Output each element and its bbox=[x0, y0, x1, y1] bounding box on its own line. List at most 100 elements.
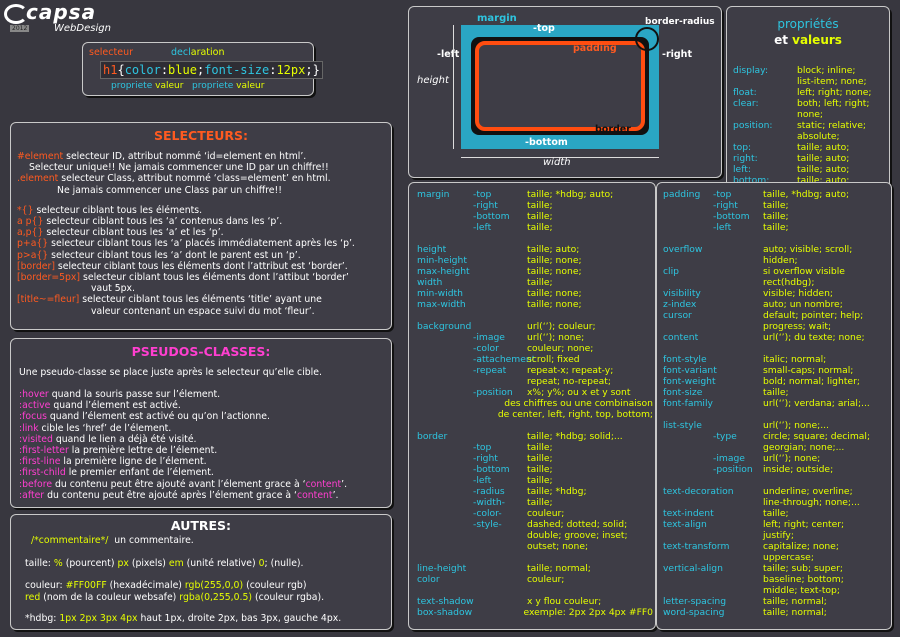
property-sub: -width- bbox=[473, 497, 505, 508]
property-value: taille; bbox=[527, 442, 553, 453]
property-value: scroll; fixed bbox=[527, 354, 580, 365]
property-value: taille; *hdbg; bbox=[527, 486, 587, 497]
property-value: underline; overline; bbox=[763, 486, 853, 497]
property-row bbox=[417, 310, 653, 321]
property-value: taille; *hdbg; solid;... bbox=[527, 431, 623, 442]
pseudo-desc: quand l’élement est activé ou qu’on l’ac… bbox=[46, 411, 270, 423]
property-row: des chiffres ou une combinaison bbox=[417, 398, 653, 409]
property-value: bold; normal; lighter; bbox=[763, 376, 860, 387]
property-row: min-height taille; none; bbox=[417, 255, 653, 266]
property-value: taille; normal; bbox=[763, 596, 827, 607]
prop-row: none; bbox=[733, 109, 887, 120]
property-name bbox=[417, 464, 473, 475]
property-sub: -image bbox=[713, 453, 745, 464]
property-sub: -color bbox=[473, 343, 499, 354]
property-value: taille; bbox=[527, 211, 553, 222]
property-name: vertical-align bbox=[663, 563, 723, 574]
pseudos-panel: PSEUDOS-CLASSES: Une pseudo-classe se pl… bbox=[10, 338, 392, 508]
property-sub: -top bbox=[473, 189, 492, 200]
property-sub: -style- bbox=[473, 519, 502, 530]
property-sub bbox=[473, 541, 527, 552]
property-value: taille; none; bbox=[527, 266, 582, 277]
prop-key: top: bbox=[733, 142, 752, 153]
property-sub bbox=[713, 255, 763, 266]
property-row: rect(hdbg); bbox=[663, 277, 889, 288]
pseudo-line: :first-child le premier enfant de l’élem… bbox=[19, 467, 387, 478]
property-value: taille; bbox=[527, 497, 553, 508]
selecteurs-title: SELECTEURS: bbox=[153, 128, 249, 143]
logo-badge: 2012 bbox=[10, 25, 30, 32]
property-row: list-style url(‘’); none;... bbox=[663, 420, 889, 431]
property-row: width taille; bbox=[417, 277, 653, 288]
property-row bbox=[663, 475, 889, 486]
autres-comment: /*commentaire*/ un commentaire. bbox=[31, 535, 194, 546]
property-value: taille; bbox=[527, 475, 553, 486]
property-name bbox=[663, 530, 713, 541]
prop-key: display: bbox=[733, 65, 769, 76]
props-panel: propriétés et valeurs display: block; inl… bbox=[726, 6, 890, 190]
mid-table-panel: margin -top taille; *hdbg; auto; -right tail… bbox=[408, 182, 656, 630]
selecteur-line: p+a{} selecteur ciblant tous les ‘a’ pla… bbox=[17, 238, 387, 249]
property-row: -attachement scroll; fixed bbox=[417, 354, 653, 365]
property-name bbox=[663, 475, 713, 486]
prop-key bbox=[733, 131, 797, 142]
property-name: cursor bbox=[663, 310, 692, 321]
property-name bbox=[663, 321, 713, 332]
boxmodel-panel: margin -top border-radius padding -left … bbox=[408, 6, 722, 178]
pseudo-code: :first-letter bbox=[19, 445, 69, 457]
property-value: repeat-x; repeat-y; bbox=[527, 365, 614, 376]
property-name bbox=[417, 343, 473, 354]
prop-value: taille; auto; bbox=[797, 153, 850, 164]
property-row: text-align left; right; center; bbox=[663, 519, 889, 530]
property-name bbox=[417, 387, 473, 398]
property-sub: -bottom bbox=[473, 464, 510, 475]
property-row: progress; wait; bbox=[663, 321, 889, 332]
property-name bbox=[417, 552, 473, 563]
property-name bbox=[663, 200, 713, 211]
pseudo-desc: du contenu peut être ajouté avant l’élem… bbox=[52, 478, 306, 490]
property-value: capitalize; none; bbox=[763, 541, 839, 552]
property-row bbox=[663, 343, 889, 354]
property-value: default; pointer; help; bbox=[763, 310, 864, 321]
property-name: max-height bbox=[417, 266, 470, 277]
selecteur-desc: selecteur Class, attribut nommé ‘class=e… bbox=[58, 173, 331, 185]
right-table-list: padding -top taille, *hdbg; auto; -right tai… bbox=[663, 189, 889, 618]
property-value: taille; bbox=[527, 464, 553, 475]
property-name bbox=[417, 365, 473, 376]
pseudo-code: :before bbox=[19, 478, 53, 490]
property-sub bbox=[713, 310, 763, 321]
property-row: double; groove; inset; bbox=[417, 530, 653, 541]
property-value: couleur; bbox=[527, 508, 565, 519]
property-row: max-width taille; none; bbox=[417, 299, 653, 310]
property-name bbox=[417, 530, 473, 541]
property-sub bbox=[713, 332, 763, 343]
property-sub bbox=[713, 354, 763, 365]
property-row: letter-spacing taille; normal; bbox=[663, 596, 889, 607]
property-sub bbox=[713, 288, 763, 299]
pseudo-code: :hover bbox=[19, 389, 49, 400]
selecteur-desc: valeur contenant un espace suivi du mot … bbox=[91, 305, 315, 317]
property-value: double; groove; inset; bbox=[527, 530, 628, 541]
pseudo-code: :visited bbox=[19, 433, 53, 445]
property-value: taille; bbox=[763, 211, 789, 222]
left-label: -left bbox=[437, 49, 460, 60]
property-value: left; right; center; bbox=[763, 519, 845, 530]
property-name bbox=[417, 475, 473, 486]
logo-name: capsa bbox=[26, 0, 97, 24]
property-row bbox=[663, 409, 889, 420]
selecteurs-list: #element selecteur ID, attribut nommé ‘i… bbox=[17, 151, 387, 317]
prop-key bbox=[733, 76, 797, 87]
logo-sub: WebDesign bbox=[54, 23, 111, 34]
property-value: rect(hdbg); bbox=[763, 277, 815, 288]
property-row: georgian; none;... bbox=[663, 442, 889, 453]
selecteur-desc: selecteur ciblant tous les ‘a’ contenus … bbox=[43, 216, 283, 228]
property-name bbox=[663, 442, 713, 453]
property-sub bbox=[713, 244, 763, 255]
property-row: font-family url(‘’); verdana; arial;... bbox=[663, 398, 889, 409]
selecteur-line: valeur contenant un espace suivi du mot … bbox=[17, 306, 387, 317]
property-name bbox=[417, 332, 473, 343]
bottom-label: -bottom bbox=[525, 137, 568, 148]
property-row: box-shadow exemple: 2px 2px 4px #FF0 bbox=[417, 607, 653, 618]
property-sub bbox=[713, 607, 763, 618]
property-sub bbox=[713, 398, 763, 409]
